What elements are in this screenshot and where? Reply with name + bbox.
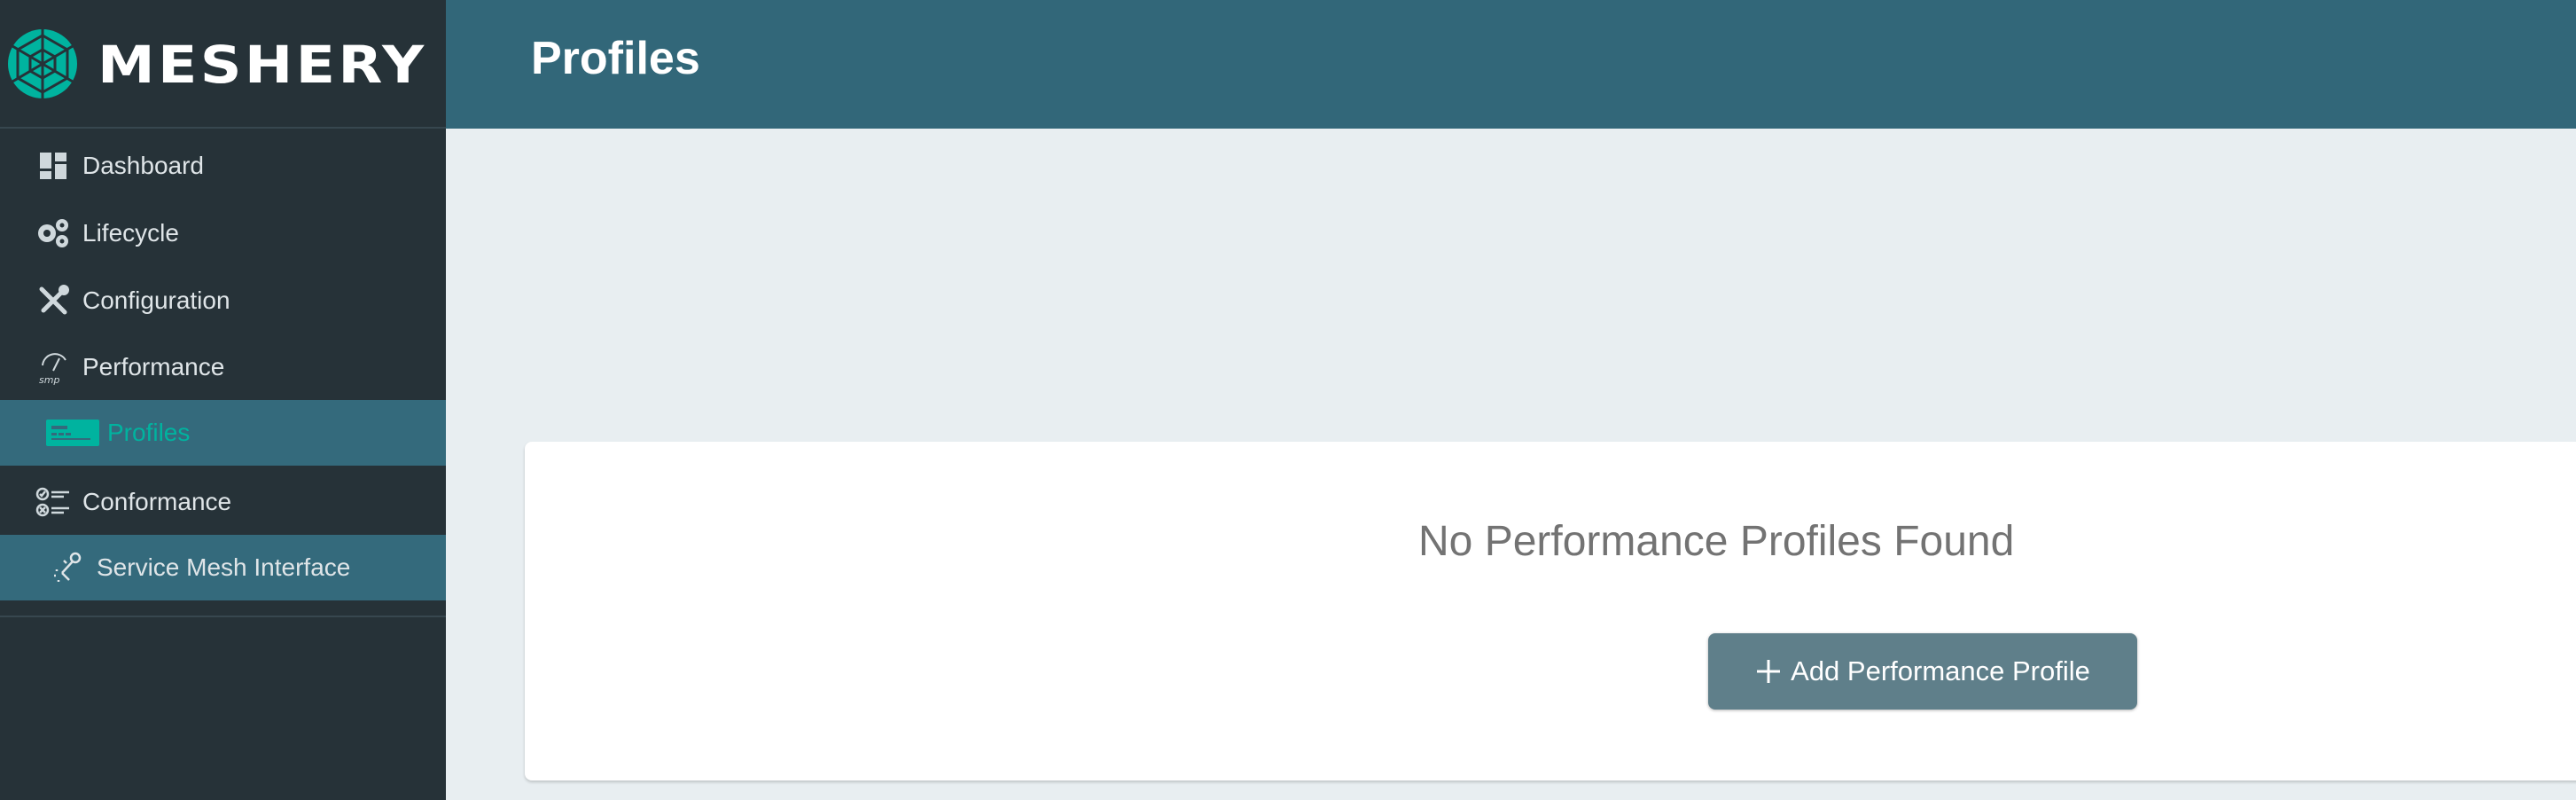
sidebar-item-label: Configuration xyxy=(82,286,230,314)
sidebar-item-label: Conformance xyxy=(82,488,232,515)
sidebar: MESHERY Dashboard Lifecycle Configuratio… xyxy=(0,0,446,800)
add-performance-profile-button[interactable]: Add Performance Profile xyxy=(1708,633,2137,710)
sidebar-item-dashboard[interactable]: Dashboard xyxy=(0,133,446,199)
sidebar-item-conformance[interactable]: Conformance xyxy=(0,469,446,535)
profiles-icon xyxy=(46,415,99,451)
brand-name: MESHERY xyxy=(98,35,427,95)
sidebar-item-label: Service Mesh Interface xyxy=(97,553,351,581)
profiles-empty-card: No Performance Profiles Found Add Perfor… xyxy=(525,442,2576,780)
empty-state-message: No Performance Profiles Found xyxy=(1418,518,2015,565)
meshery-logo-icon xyxy=(8,29,77,98)
sidebar-divider xyxy=(0,616,446,617)
sidebar-item-profiles[interactable]: Profiles xyxy=(0,400,446,466)
smi-icon xyxy=(50,550,85,585)
plus-icon xyxy=(1757,660,1781,683)
sidebar-item-label: Dashboard xyxy=(82,152,204,179)
sidebar-item-service-mesh-interface[interactable]: Service Mesh Interface xyxy=(0,535,446,600)
gears-icon xyxy=(35,216,71,251)
page-title: Profiles xyxy=(531,33,700,84)
checklist-icon xyxy=(35,484,71,520)
sidebar-item-label: Performance xyxy=(82,353,225,380)
tools-icon xyxy=(35,283,71,318)
header: Profiles xyxy=(446,0,2576,129)
add-button-label: Add Performance Profile xyxy=(1791,655,2090,686)
sidebar-item-performance[interactable]: smp Performance xyxy=(0,334,446,400)
sidebar-item-lifecycle[interactable]: Lifecycle xyxy=(0,200,446,266)
dashboard-icon xyxy=(35,148,71,184)
brand[interactable]: MESHERY xyxy=(0,0,446,129)
sidebar-item-label: Lifecycle xyxy=(82,219,179,247)
sidebar-item-label: Profiles xyxy=(107,419,191,446)
smp-gauge-icon: smp xyxy=(35,349,71,385)
svg-text:smp: smp xyxy=(39,374,59,385)
sidebar-item-configuration[interactable]: Configuration xyxy=(0,268,446,333)
